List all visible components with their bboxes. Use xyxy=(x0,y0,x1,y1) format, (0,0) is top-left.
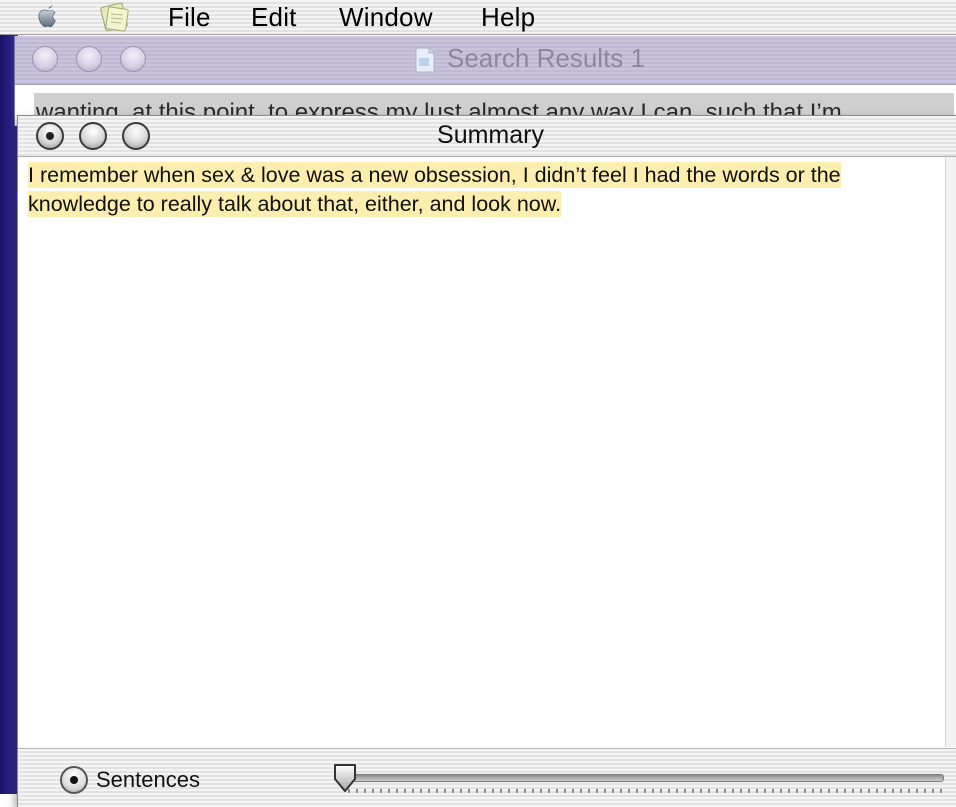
window-title: Summary xyxy=(437,121,544,149)
summary-window[interactable]: Summary I remember when sex & love was a… xyxy=(17,115,956,807)
summary-text-area[interactable]: I remember when sex & love was a new obs… xyxy=(18,157,946,747)
slider-thumb[interactable] xyxy=(332,763,358,793)
sentences-radio-label[interactable]: Sentences xyxy=(96,767,200,793)
search-results-window[interactable]: Search Results 1 wanting, at this point,… xyxy=(14,36,956,126)
apple-logo-icon[interactable] xyxy=(32,1,64,33)
slider-ticks xyxy=(348,789,942,793)
menu-window[interactable]: Window xyxy=(339,2,433,33)
summary-length-slider[interactable] xyxy=(338,774,944,782)
sentences-radio[interactable] xyxy=(60,766,88,794)
minimize-button[interactable] xyxy=(76,46,102,72)
menu-bar: File Edit Window Help xyxy=(0,0,956,35)
highlighted-summary-text[interactable]: I remember when sex & love was a new obs… xyxy=(28,162,841,217)
document-icon xyxy=(415,47,435,73)
menu-edit[interactable]: Edit xyxy=(251,2,297,33)
close-button[interactable] xyxy=(32,46,58,72)
summary-controls: Sentences xyxy=(18,748,956,807)
application-icon[interactable] xyxy=(98,1,132,33)
window-title: Search Results 1 xyxy=(447,43,645,73)
radio-selected-indicator xyxy=(70,776,78,784)
menu-help[interactable]: Help xyxy=(481,2,535,33)
scrollbar-track[interactable] xyxy=(945,157,956,747)
zoom-button[interactable] xyxy=(120,46,146,72)
summary-text-container: I remember when sex & love was a new obs… xyxy=(28,161,938,219)
search-results-titlebar[interactable]: Search Results 1 xyxy=(15,36,956,85)
desktop-background xyxy=(0,34,18,794)
menu-file[interactable]: File xyxy=(168,2,211,33)
summary-titlebar[interactable]: Summary xyxy=(18,116,956,157)
